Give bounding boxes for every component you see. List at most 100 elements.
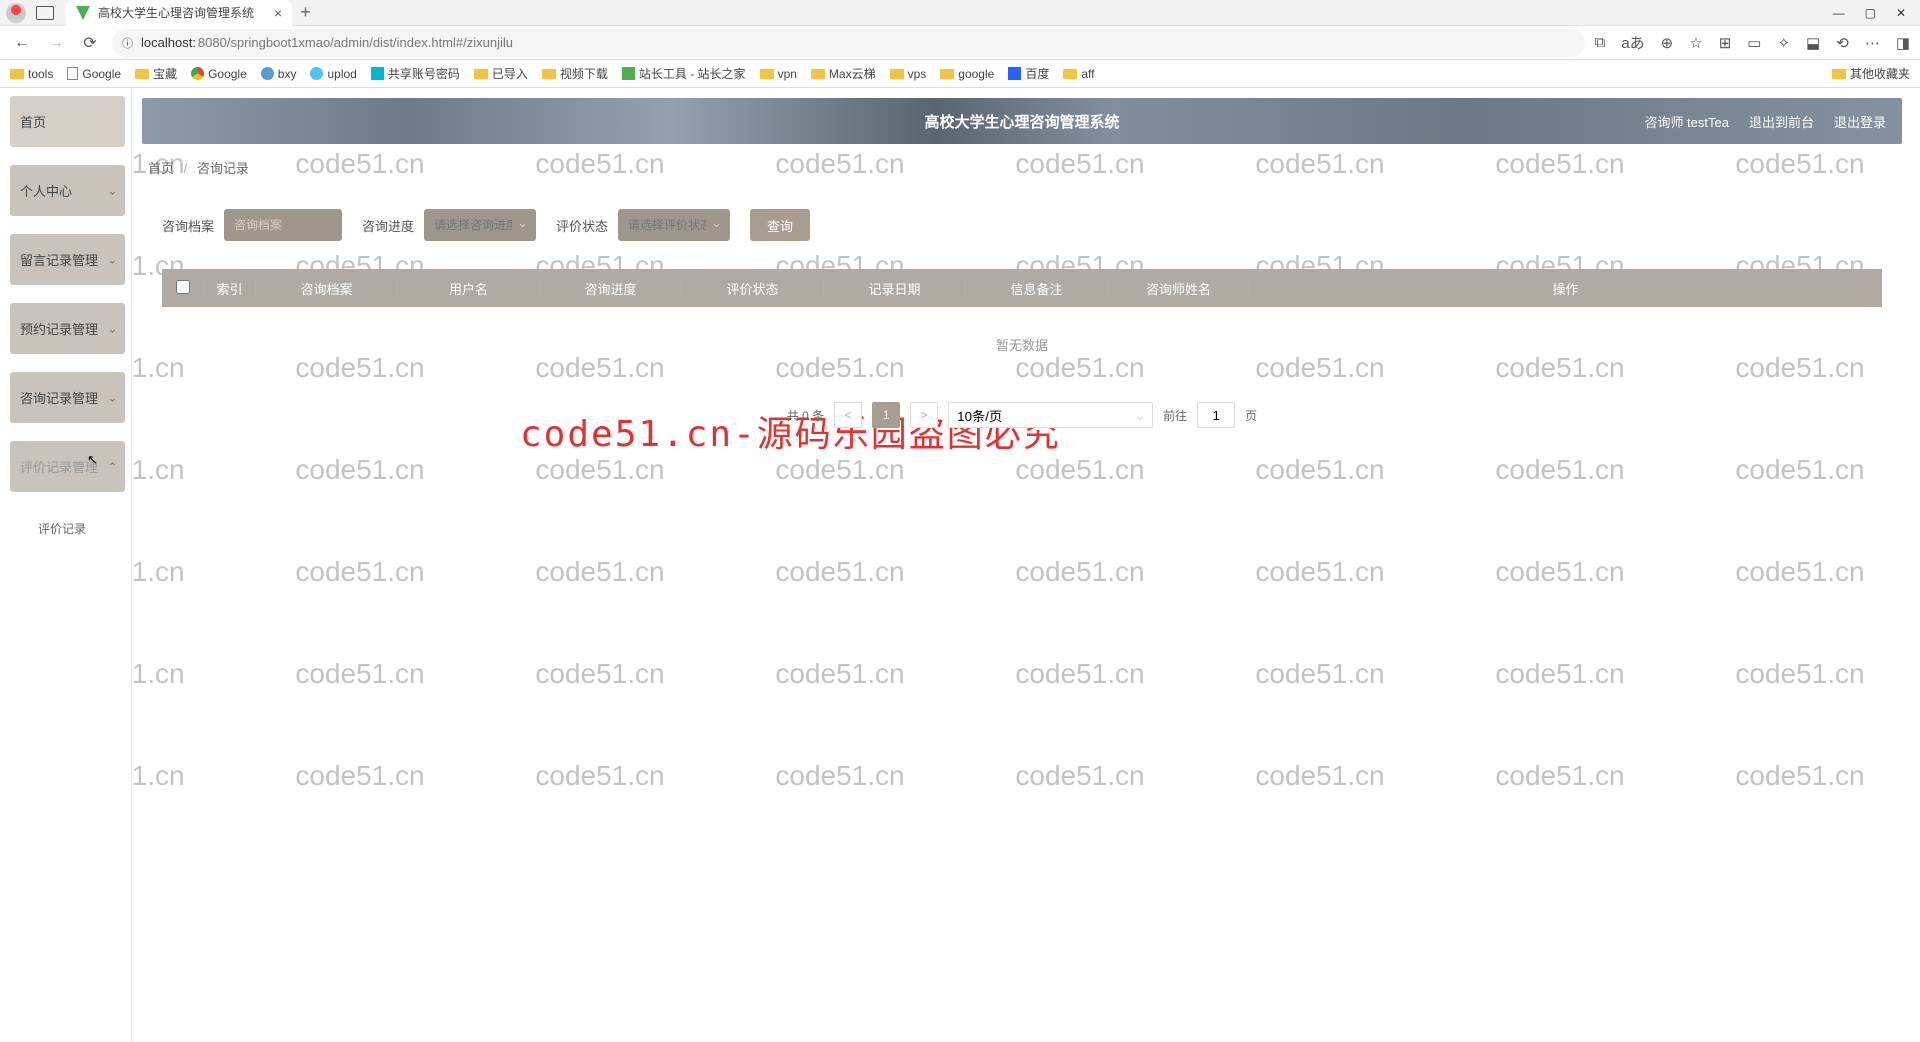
th-archive: 咨询档案	[256, 279, 398, 298]
browser-tab[interactable]: 高校大学生心理咨询管理系统 ×	[66, 0, 292, 26]
url-path: 8080/springboot1xmao/admin/dist/index.ht…	[198, 35, 513, 50]
profile-icon[interactable]	[6, 3, 26, 23]
logout-button[interactable]: 退出登录	[1834, 112, 1886, 131]
pager-goto-suffix: 页	[1245, 407, 1257, 424]
more-icon[interactable]: ⋯	[1865, 34, 1880, 52]
vue-favicon-icon	[76, 6, 90, 20]
bookmark-uplod[interactable]: uplod	[310, 67, 356, 81]
bookmark-aff[interactable]: aff	[1063, 67, 1094, 81]
user-role[interactable]: 咨询师 testTea	[1644, 112, 1729, 131]
collections-icon[interactable]: ▭	[1747, 34, 1761, 52]
th-remark: 信息备注	[966, 279, 1108, 298]
th-date: 记录日期	[824, 279, 966, 298]
pager-size-select[interactable]	[948, 402, 1153, 428]
breadcrumb-home[interactable]: 首页	[148, 161, 174, 176]
progress-label: 咨询进度	[362, 216, 414, 235]
pager-prev[interactable]: <	[834, 402, 862, 428]
site-info-icon[interactable]: ⓘ	[122, 35, 133, 51]
breadcrumb-separator: /	[184, 161, 188, 176]
pager-page-1[interactable]: 1	[872, 402, 900, 428]
query-button[interactable]: 查询	[750, 209, 810, 241]
chevron-down-icon: ⌄	[108, 253, 117, 266]
menu-evaluations[interactable]: 评价记录管理⌃	[10, 441, 125, 492]
url-host: localhost:	[141, 35, 196, 50]
pager-goto-input[interactable]	[1197, 402, 1235, 428]
minimize-icon[interactable]: —	[1833, 6, 1845, 20]
zoom-icon[interactable]: ⊕	[1661, 34, 1674, 52]
back-button[interactable]: ←	[10, 31, 34, 55]
bookmark-other[interactable]: 其他收藏夹	[1832, 65, 1910, 82]
bookmark-baidu[interactable]: 百度	[1008, 65, 1049, 82]
breadcrumb: 首页 / 咨询记录	[142, 144, 1902, 191]
downloads-icon[interactable]: ⬓	[1806, 34, 1820, 52]
maximize-icon[interactable]: ▢	[1865, 6, 1876, 20]
th-checkbox	[162, 280, 204, 297]
menu-messages[interactable]: 留言记录管理⌄	[10, 234, 125, 285]
archive-label: 咨询档案	[162, 216, 214, 235]
menu-home[interactable]: 首页	[10, 96, 125, 147]
th-consultant: 咨询师姓名	[1108, 279, 1250, 298]
bookmark-zhanzhang[interactable]: 站长工具 - 站长之家	[622, 65, 746, 82]
app-title: 高校大学生心理咨询管理系统	[924, 111, 1119, 132]
exit-to-front-button[interactable]: 退出到前台	[1749, 112, 1814, 131]
sync-icon[interactable]: ⟲	[1836, 34, 1849, 52]
th-username: 用户名	[398, 279, 540, 298]
menu-appointments[interactable]: 预约记录管理⌄	[10, 303, 125, 354]
bookmark-treasure[interactable]: 宝藏	[135, 65, 177, 82]
select-all-checkbox[interactable]	[176, 280, 190, 294]
read-aloud-icon[interactable]: ⧉	[1595, 34, 1606, 51]
address-bar: ← → ⟳ ⓘ localhost:8080/springboot1xmao/a…	[0, 26, 1920, 60]
table-header: 索引 咨询档案 用户名 咨询进度 评价状态 记录日期 信息备注 咨询师姓名 操作	[162, 269, 1882, 307]
pagination: 共 0 条 < 1 > 前往 页	[142, 402, 1902, 428]
th-ops: 操作	[1250, 279, 1882, 298]
chevron-down-icon: ⌄	[108, 322, 117, 335]
tab-title: 高校大学生心理咨询管理系统	[98, 4, 254, 21]
pager-next[interactable]: >	[910, 402, 938, 428]
bookmark-share-pwd[interactable]: 共享账号密码	[371, 65, 460, 82]
sidebar-toggle-icon[interactable]: ◨	[1896, 34, 1910, 52]
menu-personal[interactable]: 个人中心⌄	[10, 165, 125, 216]
filter-bar: 咨询档案 咨询进度 评价状态 查询	[142, 191, 1902, 259]
tab-overview-icon[interactable]	[36, 6, 54, 20]
new-tab-button[interactable]: +	[300, 2, 311, 23]
bookmark-max[interactable]: Max云梯	[811, 65, 876, 82]
data-table: 索引 咨询档案 用户名 咨询进度 评价状态 记录日期 信息备注 咨询师姓名 操作…	[162, 269, 1882, 382]
bookmark-google-page[interactable]: Google	[67, 67, 121, 81]
menu-consultations[interactable]: 咨询记录管理⌄	[10, 372, 125, 423]
app-header: 高校大学生心理咨询管理系统 咨询师 testTea 退出到前台 退出登录	[142, 98, 1902, 144]
bookmark-video-dl[interactable]: 视频下载	[542, 65, 608, 82]
bookmark-vpn[interactable]: vpn	[760, 67, 797, 81]
breadcrumb-current: 咨询记录	[197, 161, 249, 176]
bookmarks-bar: tools Google 宝藏 Google bxy uplod 共享账号密码 …	[0, 60, 1920, 88]
favorite-icon[interactable]: ☆	[1689, 34, 1702, 52]
pager-total: 共 0 条	[787, 407, 824, 424]
th-status: 评价状态	[682, 279, 824, 298]
status-label: 评价状态	[556, 216, 608, 235]
close-window-icon[interactable]: ✕	[1896, 6, 1906, 20]
chevron-down-icon: ⌄	[108, 184, 117, 197]
status-select[interactable]	[618, 209, 730, 241]
progress-select[interactable]	[424, 209, 536, 241]
th-progress: 咨询进度	[540, 279, 682, 298]
th-index: 索引	[204, 279, 256, 298]
chevron-up-icon: ⌃	[108, 460, 117, 473]
bookmark-tools[interactable]: tools	[10, 67, 53, 81]
bookmark-google[interactable]: Google	[191, 67, 247, 81]
bookmark-google-folder[interactable]: google	[940, 67, 994, 81]
main-content: 高校大学生心理咨询管理系统 咨询师 testTea 退出到前台 退出登录 首页 …	[132, 88, 1920, 1042]
submenu-evaluation-record[interactable]: 评价记录	[10, 510, 125, 547]
url-field[interactable]: ⓘ localhost:8080/springboot1xmao/admin/d…	[112, 29, 1585, 57]
chevron-down-icon: ⌄	[108, 391, 117, 404]
translate-icon[interactable]: aあ	[1621, 32, 1644, 53]
browser-titlebar: 高校大学生心理咨询管理系统 × + — ▢ ✕	[0, 0, 1920, 26]
bookmark-vps[interactable]: vps	[890, 67, 927, 81]
close-tab-icon[interactable]: ×	[274, 5, 282, 21]
reload-button[interactable]: ⟳	[78, 31, 102, 55]
bookmark-bxy[interactable]: bxy	[261, 67, 297, 81]
forward-button[interactable]: →	[44, 31, 68, 55]
fav-list-icon[interactable]: ✧	[1777, 34, 1790, 52]
bookmark-imported[interactable]: 已导入	[474, 65, 528, 82]
archive-input[interactable]	[224, 209, 342, 241]
sidebar: 首页 个人中心⌄ 留言记录管理⌄ 预约记录管理⌄ 咨询记录管理⌄ 评价记录管理⌃…	[0, 88, 132, 1042]
extensions-icon[interactable]: ⊞	[1719, 34, 1732, 52]
